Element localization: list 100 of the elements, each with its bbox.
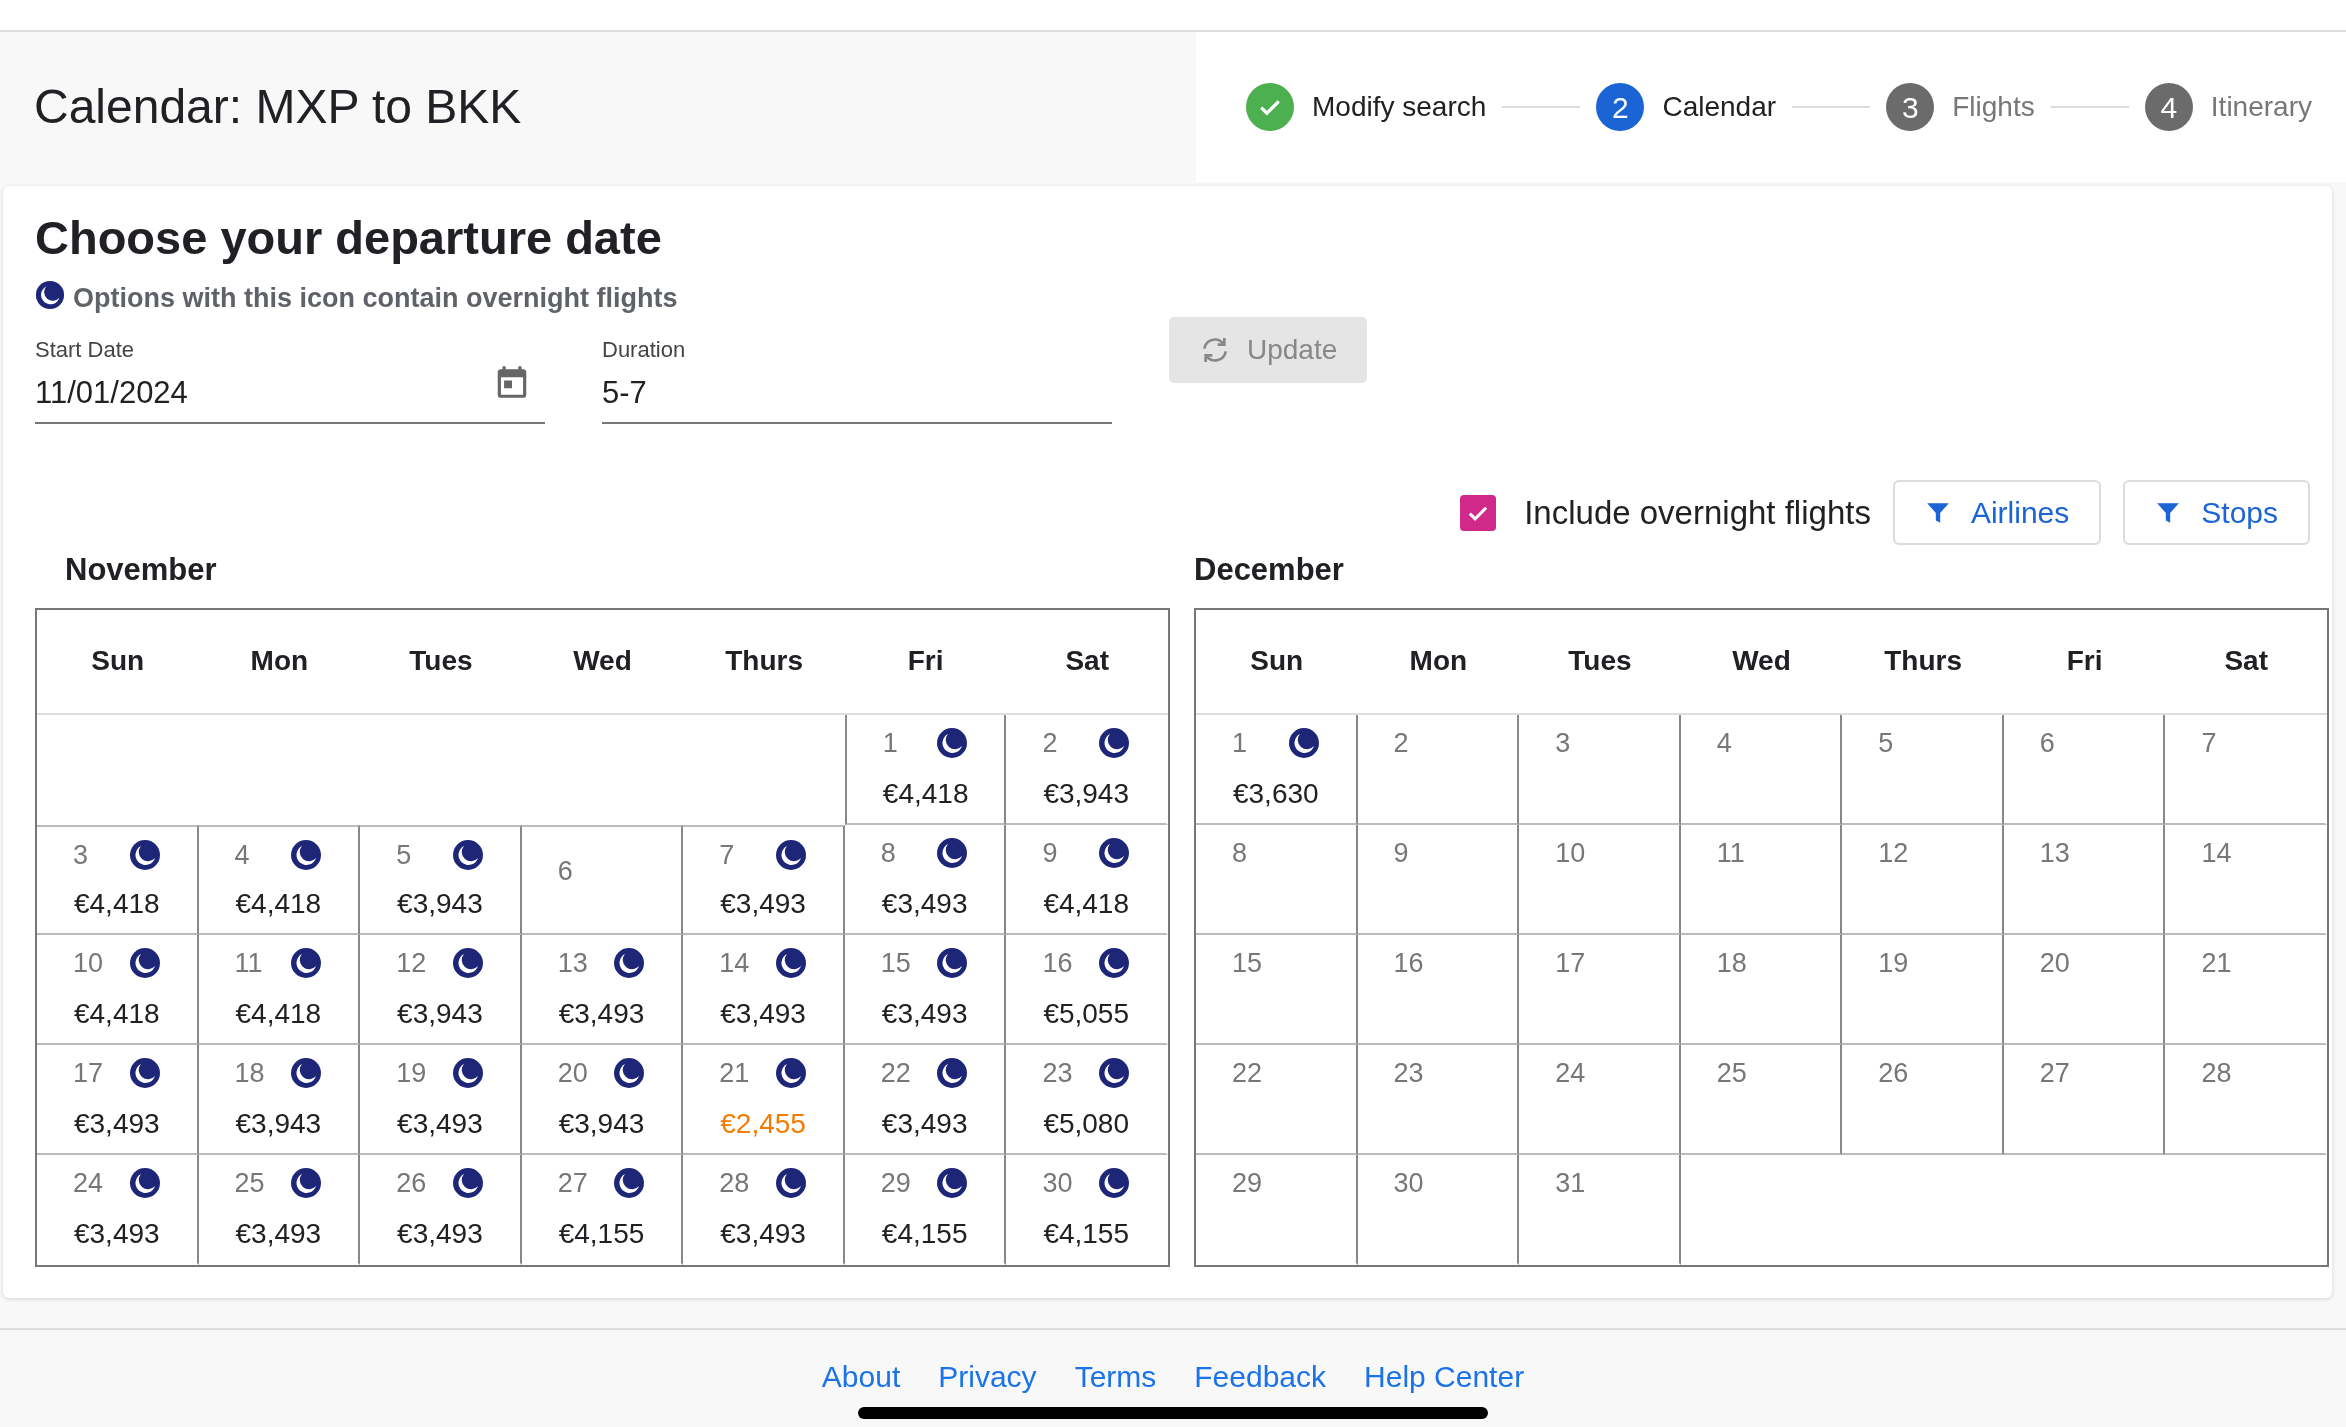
- day-number: 12: [1878, 837, 1909, 868]
- step-number: 3: [1886, 83, 1935, 131]
- price: €3,630: [1231, 776, 1320, 811]
- day-number: 29: [880, 1167, 911, 1198]
- day-number: 24: [73, 1167, 104, 1198]
- checkbox-label[interactable]: Include overnight flights: [1524, 488, 1871, 538]
- price: €3,493: [557, 996, 646, 1031]
- day-number: 23: [1393, 1057, 1424, 1088]
- month-label: December: [1194, 551, 1345, 590]
- field-label: Duration: [602, 335, 686, 364]
- step-number: 2: [1596, 83, 1645, 131]
- day-number: 7: [719, 839, 735, 870]
- day-number: 11: [234, 947, 263, 978]
- day-number: 14: [2201, 837, 2232, 868]
- day-number: 8: [1232, 837, 1248, 868]
- price: €3,493: [880, 886, 969, 921]
- day-number: 4: [234, 839, 250, 870]
- footer-link[interactable]: Privacy: [938, 1354, 1037, 1399]
- field-label: Start Date: [35, 335, 136, 364]
- step-label[interactable]: Modify search: [1312, 86, 1487, 128]
- day-number: 1: [1232, 727, 1248, 758]
- weekday-header: Sat: [2165, 609, 2327, 715]
- day-number: 21: [719, 1057, 750, 1088]
- step-label[interactable]: Itinerary: [2210, 86, 2312, 128]
- price: €3,943: [1042, 776, 1130, 811]
- footer-link[interactable]: About: [821, 1354, 901, 1399]
- day-number: 2: [1393, 727, 1409, 758]
- day-number: 3: [73, 839, 89, 870]
- footer-link[interactable]: Feedback: [1194, 1354, 1327, 1399]
- day-number: 27: [2039, 1057, 2070, 1088]
- card-title: Choose your departure date: [35, 210, 663, 266]
- day-number: 22: [1232, 1057, 1263, 1088]
- day-number: 19: [1878, 947, 1909, 978]
- price: €3,943: [557, 1106, 646, 1141]
- price: €3,493: [719, 996, 807, 1031]
- price: €3,493: [719, 886, 807, 921]
- footer-link[interactable]: Help Center: [1364, 1354, 1525, 1399]
- day-number: 28: [2201, 1057, 2232, 1088]
- price: €2,455: [719, 1106, 807, 1141]
- weekday-header: Thurs: [683, 609, 845, 715]
- day-number: 26: [396, 1167, 427, 1198]
- weekday-header: Tues: [1519, 609, 1681, 715]
- filter-button[interactable]: Airlines: [1892, 480, 2102, 546]
- footer-link[interactable]: Terms: [1074, 1354, 1157, 1399]
- price: €4,418: [234, 996, 323, 1031]
- weekday-header: Mon: [1357, 609, 1520, 715]
- price: €4,155: [557, 1216, 646, 1251]
- price: €5,055: [1042, 996, 1130, 1031]
- day-number: 29: [1232, 1167, 1263, 1198]
- weekday-header: Fri: [844, 609, 1007, 715]
- price: €3,493: [719, 1216, 807, 1251]
- weekday-header: Wed: [1680, 609, 1843, 715]
- day-number: 30: [1042, 1167, 1073, 1198]
- price: €4,418: [234, 886, 323, 921]
- step-label[interactable]: Calendar: [1662, 86, 1777, 128]
- day-number: 13: [2039, 837, 2070, 868]
- price: €3,493: [880, 996, 969, 1031]
- filter-button[interactable]: Stops: [2123, 480, 2310, 546]
- day-number: 8: [880, 837, 896, 868]
- day-number: 17: [1555, 947, 1586, 978]
- day-number: 12: [396, 947, 427, 978]
- day-number: 7: [2201, 727, 2217, 758]
- price: €4,418: [72, 886, 161, 921]
- day-number: 16: [1393, 947, 1424, 978]
- price: €4,418: [72, 996, 161, 1031]
- day-number: 25: [1716, 1057, 1747, 1088]
- weekday-header: Fri: [2003, 609, 2166, 715]
- month-label: November: [64, 551, 218, 590]
- weekday-header: Sun: [37, 609, 199, 715]
- day-number: 25: [234, 1167, 265, 1198]
- price: €3,493: [396, 1106, 484, 1141]
- field-value: 11/01/2024: [35, 373, 188, 412]
- price: €3,943: [396, 886, 484, 921]
- step-number: 4: [2144, 83, 2193, 131]
- price: €4,155: [1042, 1216, 1130, 1251]
- weekday-header: Thurs: [1842, 609, 2004, 715]
- day-number: 5: [396, 839, 412, 870]
- day-number: 6: [2039, 727, 2055, 758]
- checkbox[interactable]: [1460, 494, 1497, 531]
- price: €3,943: [396, 996, 484, 1031]
- day-number: 10: [73, 947, 104, 978]
- day-number: 31: [1555, 1167, 1586, 1198]
- moon-icon: [35, 280, 65, 311]
- day-number: 20: [2039, 947, 2070, 978]
- step-label[interactable]: Flights: [1952, 86, 2035, 128]
- input-field[interactable]: Start Date 11/01/2024: [35, 332, 545, 425]
- input-field[interactable]: Duration 5-7: [602, 332, 1112, 425]
- weekday-header: Tues: [360, 609, 522, 715]
- day-number: 23: [1042, 1057, 1073, 1088]
- day-number: 30: [1393, 1167, 1424, 1198]
- day-number: 3: [1555, 727, 1571, 758]
- day-number: 1: [882, 727, 898, 758]
- day-number: 15: [880, 947, 911, 978]
- day-number: 5: [1878, 727, 1894, 758]
- day-number: 11: [1716, 837, 1745, 868]
- day-number: 14: [719, 947, 750, 978]
- day-number: 4: [1716, 727, 1732, 758]
- day-number: 15: [1232, 947, 1263, 978]
- weekday-header: Sat: [1006, 609, 1168, 715]
- price: €4,418: [1042, 886, 1130, 921]
